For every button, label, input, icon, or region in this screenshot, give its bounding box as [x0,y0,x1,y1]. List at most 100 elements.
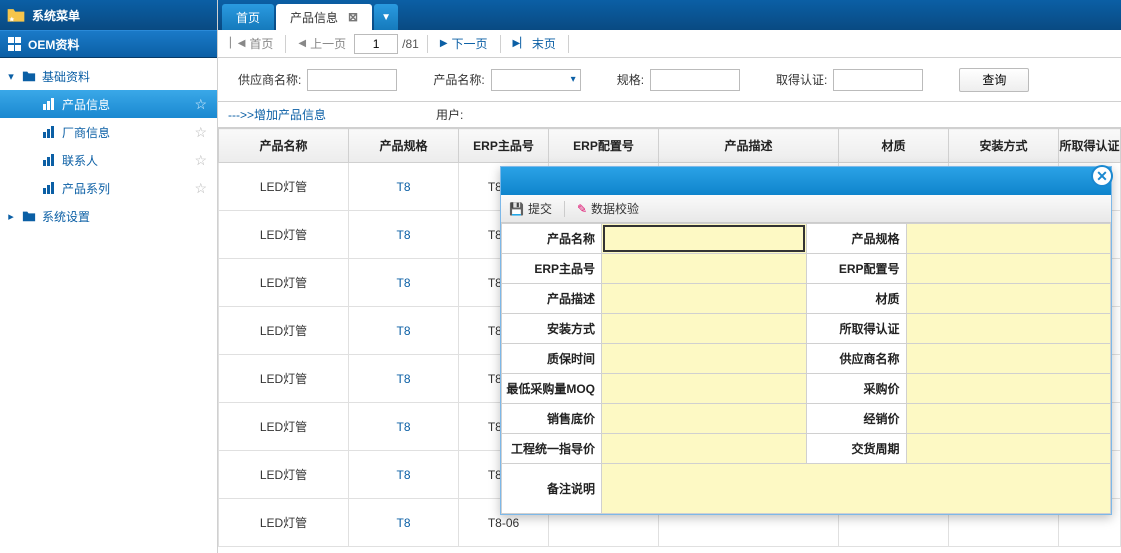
col-erpcfg[interactable]: ERP配置号 [549,129,659,163]
form-input-cell [602,344,807,374]
tree-item-vendor-info[interactable]: 厂商信息 ☆ [0,118,217,146]
form-label: 产品名称 [502,224,602,254]
tab-close-icon[interactable]: ⊠ [348,10,358,24]
product-edit-dialog: ✕ 💾 提交 ✎ 数据校验 产品名称产品规格ERP主品号ERP配置号产品描述材质… [500,166,1112,515]
form-row: 工程统一指导价交货周期 [502,434,1111,464]
form-input-cell [906,374,1111,404]
form-input[interactable] [602,254,806,283]
cell-spec[interactable]: T8 [349,259,459,307]
add-product-link[interactable]: --->>增加产品信息 [228,106,326,123]
form-row: 产品名称产品规格 [502,224,1111,254]
sidebar-header: 系统菜单 [0,0,217,30]
section-label: OEM资料 [28,36,79,53]
cell-name: LED灯管 [219,211,349,259]
form-input[interactable] [602,314,806,343]
cell-spec[interactable]: T8 [349,499,459,547]
validate-icon: ✎ [577,202,587,216]
col-erp[interactable]: ERP主品号 [459,129,549,163]
form-input-cell [602,374,807,404]
tab-label: 产品信息 [290,9,338,26]
folder-icon [22,69,36,83]
col-spec[interactable]: 产品规格 [349,129,459,163]
filter-bar: 供应商名称: 产品名称: ▾ 规格: 取得认证: 查询 [218,58,1121,102]
tree-item-product-info[interactable]: 产品信息 ☆ [0,90,217,118]
cell-name: LED灯管 [219,259,349,307]
form-label: 质保时间 [502,344,602,374]
expand-icon[interactable]: ▸ [6,210,16,223]
filter-cert: 取得认证: [776,69,923,91]
pager-last[interactable]: ▶▏末页 [509,35,560,52]
dialog-close-button[interactable]: ✕ [1091,165,1113,187]
form-input[interactable] [907,314,1111,343]
form-input[interactable] [602,284,806,313]
pager-prev[interactable]: ◀上一页 [294,35,350,52]
form-label: 材质 [806,284,906,314]
form-input[interactable] [602,344,806,373]
tree-item-system-settings[interactable]: ▸ 系统设置 [0,202,217,230]
validate-button[interactable]: ✎ 数据校验 [577,200,639,217]
tree-item-product-series[interactable]: 产品系列 ☆ [0,174,217,202]
form-input[interactable] [907,434,1111,463]
cell-spec[interactable]: T8 [349,451,459,499]
add-line: --->>增加产品信息 用户: [218,102,1121,128]
tree-item-basic-data[interactable]: ▾ 基础资料 [0,62,217,90]
col-material[interactable]: 材质 [839,129,949,163]
query-button[interactable]: 查询 [959,68,1029,92]
cell-spec[interactable]: T8 [349,163,459,211]
cell-spec[interactable]: T8 [349,355,459,403]
form-input[interactable] [602,434,806,463]
product-combo[interactable]: ▾ [491,69,581,91]
tree-label: 产品系列 [62,180,110,197]
submit-button[interactable]: 💾 提交 [509,200,552,217]
dialog-header[interactable]: ✕ [501,167,1111,195]
supplier-input[interactable] [307,69,397,91]
col-install[interactable]: 安装方式 [949,129,1059,163]
form-input-cell [906,314,1111,344]
form-input-cell [602,404,807,434]
tree-item-contacts[interactable]: 联系人 ☆ [0,146,217,174]
tab-product-info[interactable]: 产品信息 ⊠ [276,4,372,30]
product-form: 产品名称产品规格ERP主品号ERP配置号产品描述材质安装方式所取得认证质保时间供… [501,223,1111,514]
pager-next[interactable]: ▶下一页 [436,35,492,52]
pager-first[interactable]: ▏◀首页 [226,35,277,52]
expand-icon[interactable]: ▾ [6,70,16,83]
filter-label: 取得认证: [776,71,827,88]
form-row: 备注说明 [502,464,1111,514]
cell-spec[interactable]: T8 [349,211,459,259]
cell-spec[interactable]: T8 [349,403,459,451]
separator [568,35,569,53]
sidebar-section-oem[interactable]: OEM资料 [0,30,217,58]
form-input[interactable] [907,374,1111,403]
col-desc[interactable]: 产品描述 [659,129,839,163]
star-icon[interactable]: ☆ [194,124,207,141]
form-input[interactable] [602,374,806,403]
star-icon[interactable]: ☆ [194,180,207,197]
form-input[interactable] [907,404,1111,433]
form-input[interactable] [907,254,1111,283]
spec-input[interactable] [650,69,740,91]
form-input[interactable] [602,404,806,433]
star-icon[interactable]: ☆ [194,152,207,169]
nav-tree: ▾ 基础资料 产品信息 ☆ 厂商信息 ☆ 联系人 ☆ 产品系列 ☆ ▸ 系统设置 [0,58,217,234]
form-row: 安装方式所取得认证 [502,314,1111,344]
col-name[interactable]: 产品名称 [219,129,349,163]
tab-home[interactable]: 首页 [222,4,274,30]
form-input[interactable] [907,224,1111,253]
user-label: 用户: [436,106,463,123]
form-input[interactable] [907,284,1111,313]
tab-dropdown[interactable]: ▼ [374,4,398,30]
pager-page-input[interactable] [354,34,398,54]
star-icon[interactable]: ☆ [194,96,207,113]
form-label: 产品描述 [502,284,602,314]
col-cert[interactable]: 所取得认证 [1059,129,1121,163]
cert-input[interactable] [833,69,923,91]
form-label: ERP配置号 [806,254,906,284]
form-input[interactable] [602,464,1110,513]
tree-label: 联系人 [62,152,98,169]
form-input[interactable] [602,224,806,253]
form-input[interactable] [907,344,1111,373]
form-label: 所取得认证 [806,314,906,344]
chart-icon [42,181,56,195]
grid-header-row: 产品名称 产品规格 ERP主品号 ERP配置号 产品描述 材质 安装方式 所取得… [219,129,1121,163]
cell-spec[interactable]: T8 [349,307,459,355]
